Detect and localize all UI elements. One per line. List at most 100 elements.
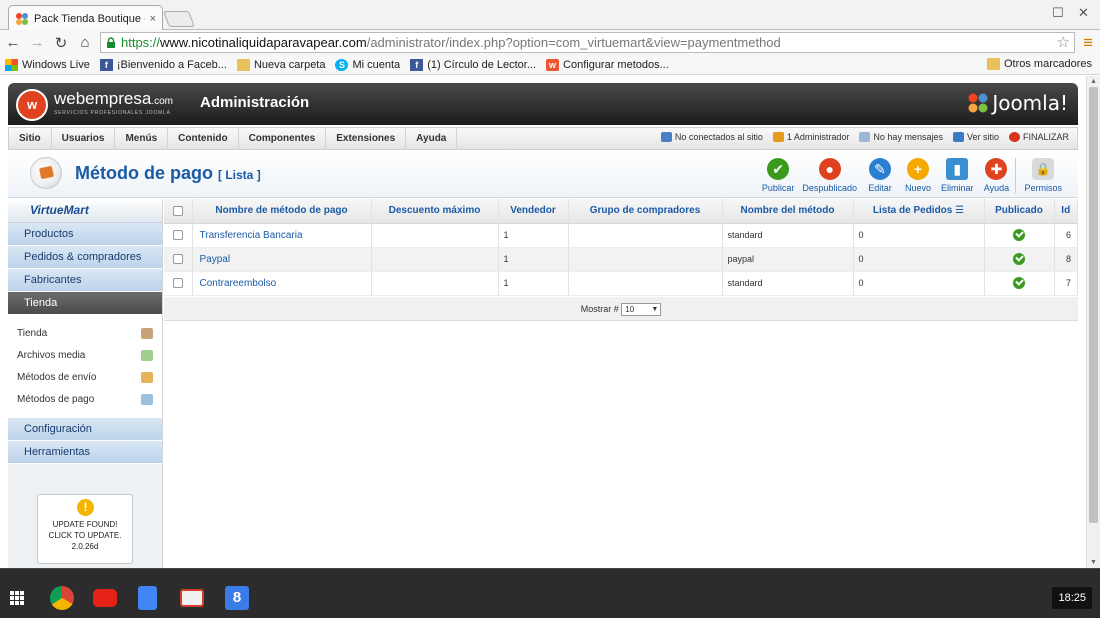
chrome-menu-icon[interactable]: ≡ — [1083, 33, 1093, 53]
close-window-icon[interactable]: ✕ — [1078, 5, 1089, 21]
bookmark-windows-live[interactable]: Windows Live — [5, 58, 90, 71]
update-notice[interactable]: ! UPDATE FOUND! CLICK TO UPDATE. 2.0.26d — [37, 494, 133, 564]
col-grupo[interactable]: Grupo de compradores — [568, 199, 723, 224]
sort-order-icon[interactable]: ☰ — [955, 205, 964, 216]
sidebar-pedidos[interactable]: Pedidos & compradores — [8, 246, 162, 269]
pagination-bar: Mostrar # 10 — [164, 297, 1078, 321]
new-tab-button[interactable] — [163, 11, 195, 27]
view-site-link[interactable]: Ver sitio — [952, 132, 999, 142]
row-checkbox[interactable] — [172, 230, 183, 241]
scroll-up-icon[interactable]: ▲ — [1090, 78, 1097, 85]
visitors-label: No conectados al sitio — [674, 132, 763, 142]
chrome-icon[interactable] — [50, 586, 74, 610]
publish-button[interactable]: ✔ Publicar — [758, 158, 799, 193]
logout-link[interactable]: FINALIZAR — [1008, 132, 1069, 142]
sidebar-item-tienda[interactable]: Tienda — [8, 323, 162, 345]
scroll-down-icon[interactable]: ▼ — [1090, 559, 1097, 566]
row-select-cell — [164, 247, 193, 272]
facebook-icon: f — [99, 58, 113, 71]
google-search-icon[interactable]: 8 — [225, 586, 249, 610]
table-row[interactable]: Contrareembolso 1 standard 0 7 — [164, 271, 1078, 296]
messages-status[interactable]: No hay mensajes — [859, 132, 943, 142]
payment-name-link[interactable]: Paypal — [192, 247, 372, 272]
row-checkbox[interactable] — [172, 278, 183, 289]
help-button[interactable]: ✚ Ayuda — [977, 158, 1015, 193]
url-text: https://www.nicotinaliquidaparavapear.co… — [121, 35, 781, 50]
bookmark-star-icon[interactable]: ☆ — [1057, 33, 1070, 51]
page-size-select[interactable]: 10 — [621, 303, 662, 317]
col-vendedor[interactable]: Vendedor — [498, 199, 569, 224]
menu-ayuda[interactable]: Ayuda — [406, 128, 458, 149]
edit-label: Editar — [868, 183, 892, 193]
sidebar-productos[interactable]: Productos — [8, 223, 162, 246]
tab-title: Pack Tienda Boutique - A — [34, 12, 145, 25]
new-button[interactable]: + Nuevo — [899, 158, 937, 193]
browser-tab[interactable]: Pack Tienda Boutique - A × — [8, 5, 163, 31]
row-checkbox[interactable] — [172, 254, 183, 265]
bookmark-circulo-lector[interactable]: f (1) Círculo de Lector... — [410, 58, 536, 71]
menu-extensiones[interactable]: Extensiones — [326, 128, 407, 149]
menu-componentes[interactable]: Componentes — [239, 128, 327, 149]
bookmark-mi-cuenta[interactable]: S Mi cuenta — [335, 58, 400, 71]
sidebar-tienda[interactable]: Tienda — [8, 292, 162, 315]
edit-button[interactable]: ✎ Editar — [861, 158, 899, 193]
bookmark-nueva-carpeta[interactable]: Nueva carpeta — [236, 58, 325, 71]
payment-name-link[interactable]: Contrareembolso — [192, 271, 372, 296]
sidebar-herramientas[interactable]: Herramientas — [8, 441, 162, 464]
forward-icon[interactable]: → — [26, 34, 48, 51]
page-scrollbar[interactable]: ▲ ▼ — [1086, 76, 1100, 568]
col-nombre[interactable]: Nombre de método de pago — [192, 199, 372, 224]
sidebar-item-metodos-envio[interactable]: Métodos de envío — [8, 367, 162, 389]
menu-menus[interactable]: Menús — [115, 128, 169, 149]
col-lista-pedidos-label: Lista de Pedidos — [872, 205, 953, 217]
scroll-thumb[interactable] — [1089, 87, 1098, 523]
permissions-button[interactable]: 🔒 Permisos — [1015, 158, 1066, 193]
col-metodo[interactable]: Nombre del método — [722, 199, 854, 224]
tab-close-icon[interactable]: × — [150, 13, 156, 25]
system-clock[interactable]: 18:25 — [1052, 587, 1092, 609]
app-launcher-icon[interactable] — [10, 591, 24, 605]
menu-contenido[interactable]: Contenido — [168, 128, 239, 149]
col-id[interactable]: Id — [1054, 199, 1078, 224]
docs-icon[interactable] — [138, 586, 157, 610]
col-publicado[interactable]: Publicado — [984, 199, 1055, 224]
published-check-icon[interactable] — [1013, 229, 1025, 241]
reload-icon[interactable]: ↻ — [50, 34, 72, 52]
brand-name: webempresa.com — [54, 89, 173, 109]
id-cell: 7 — [1054, 271, 1078, 296]
col-lista-pedidos[interactable]: Lista de Pedidos ☰ — [853, 199, 985, 224]
method-cell: paypal — [722, 247, 854, 272]
page-viewport: w webempresa.com SERVICIOS PROFESIONALES… — [0, 76, 1086, 568]
gmail-icon[interactable] — [180, 589, 204, 607]
sidebar-fabricantes[interactable]: Fabricantes — [8, 269, 162, 292]
menu-sitio[interactable]: Sitio — [9, 128, 52, 149]
select-all-checkbox[interactable] — [172, 205, 183, 216]
maximize-icon[interactable]: ☐ — [1052, 5, 1064, 21]
delete-button[interactable]: ▮ Eliminar — [937, 158, 978, 193]
skype-icon: S — [335, 58, 349, 71]
published-check-icon[interactable] — [1013, 277, 1025, 289]
bookmark-configurar-metodos[interactable]: w Configurar metodos... — [546, 58, 669, 71]
sidebar-configuracion[interactable]: Configuración — [8, 418, 162, 441]
youtube-icon[interactable] — [93, 589, 117, 607]
order-cell: 0 — [853, 271, 985, 296]
address-bar[interactable]: https://www.nicotinaliquidaparavapear.co… — [100, 32, 1075, 53]
home-icon[interactable]: ⌂ — [74, 34, 96, 51]
back-icon[interactable]: ← — [2, 34, 24, 51]
sidebar-item-metodos-pago[interactable]: Métodos de pago — [8, 389, 162, 411]
payment-icon — [141, 394, 153, 405]
other-bookmarks[interactable]: Otros marcadores — [986, 58, 1092, 70]
group-cell — [568, 271, 723, 296]
unpublish-button[interactable]: ● Despublicado — [798, 158, 861, 193]
table-row[interactable]: Paypal 1 paypal 0 8 — [164, 247, 1078, 272]
sidebar-item-archivos-media[interactable]: Archivos media — [8, 345, 162, 367]
id-cell: 6 — [1054, 223, 1078, 248]
published-check-icon[interactable] — [1013, 253, 1025, 265]
table-row[interactable]: Transferencia Bancaria 1 standard 0 6 — [164, 223, 1078, 248]
menu-usuarios[interactable]: Usuarios — [52, 128, 116, 149]
bookmark-facebook[interactable]: f ¡Bienvenido a Faceb... — [99, 58, 227, 71]
payment-name-link[interactable]: Transferencia Bancaria — [192, 223, 372, 248]
mail-icon — [859, 132, 871, 142]
col-descuento[interactable]: Descuento máximo — [371, 199, 499, 224]
warning-icon: ! — [77, 499, 94, 516]
